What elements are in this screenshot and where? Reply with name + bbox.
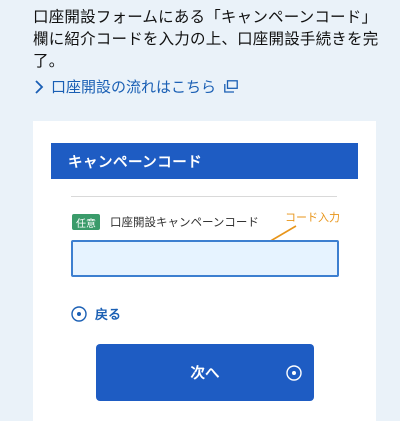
next-button[interactable]: 次へ — [96, 344, 314, 401]
field-label: 口座開設キャンペーンコード — [110, 215, 259, 229]
flow-link[interactable]: 口座開設の流れはこちら — [33, 76, 238, 97]
back-label: 戻る — [95, 308, 122, 323]
circle-left-icon — [71, 305, 87, 322]
optional-badge: 任意 — [72, 214, 100, 230]
panel-header: キャンペーンコード — [51, 143, 358, 179]
external-window-icon — [224, 80, 238, 93]
intro-text: 口座開設フォームにある「キャンペーンコード」欄に紹介コードを入力の上、口座開設手… — [33, 8, 379, 70]
chevron-right-icon — [35, 79, 44, 94]
circle-right-icon — [286, 365, 302, 381]
flow-link-label: 口座開設の流れはこちら — [51, 78, 217, 96]
next-label: 次へ — [190, 366, 220, 382]
campaign-code-input[interactable] — [71, 240, 339, 277]
panel-divider — [71, 196, 337, 197]
back-link[interactable]: 戻る — [71, 304, 121, 323]
